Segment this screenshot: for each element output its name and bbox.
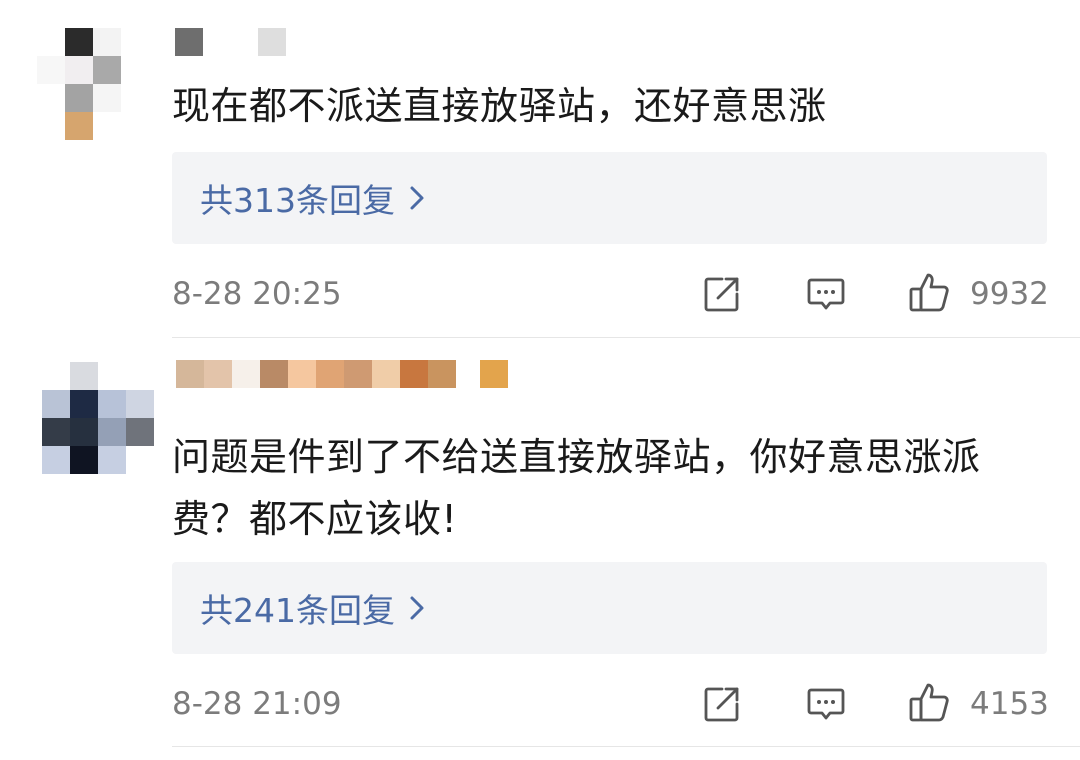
divider — [172, 746, 1080, 747]
share-icon[interactable] — [702, 274, 742, 314]
timestamp: 8-28 21:09 — [172, 686, 342, 722]
comment-item: 问题是件到了不给送直接放驿站，你好意思涨派费？都不应该收! 共241条回复 8-… — [0, 338, 1080, 748]
comment-icon[interactable] — [806, 274, 846, 314]
replies-count-label: 共241条回复 — [200, 591, 395, 630]
like-count: 4153 — [970, 686, 1049, 722]
chevron-right-icon — [410, 596, 424, 620]
replies-count-label: 共313条回复 — [200, 181, 395, 220]
timestamp: 8-28 20:25 — [172, 276, 342, 312]
avatar[interactable] — [35, 16, 165, 146]
view-replies-button[interactable]: 共241条回复 — [172, 562, 1047, 654]
thumbs-up-icon[interactable] — [908, 270, 952, 314]
comment-meta: 8-28 21:09 4153 — [172, 683, 1049, 724]
comment-text: 现在都不派送直接放驿站，还好意思涨 — [172, 84, 827, 128]
comment-text: 问题是件到了不给送直接放驿站，你好意思涨派费？都不应该收! — [172, 435, 981, 541]
thumbs-up-icon[interactable] — [908, 680, 952, 724]
comment-item: 现在都不派送直接放驿站，还好意思涨 共313条回复 8-28 20:25 993… — [0, 0, 1080, 338]
comment-icon[interactable] — [806, 684, 846, 724]
view-replies-button[interactable]: 共313条回复 — [172, 152, 1047, 244]
share-icon[interactable] — [702, 684, 742, 724]
comment-meta: 8-28 20:25 9932 — [172, 273, 1049, 314]
like-count: 9932 — [970, 276, 1049, 312]
avatar[interactable] — [30, 356, 160, 486]
chevron-right-icon — [410, 186, 424, 210]
